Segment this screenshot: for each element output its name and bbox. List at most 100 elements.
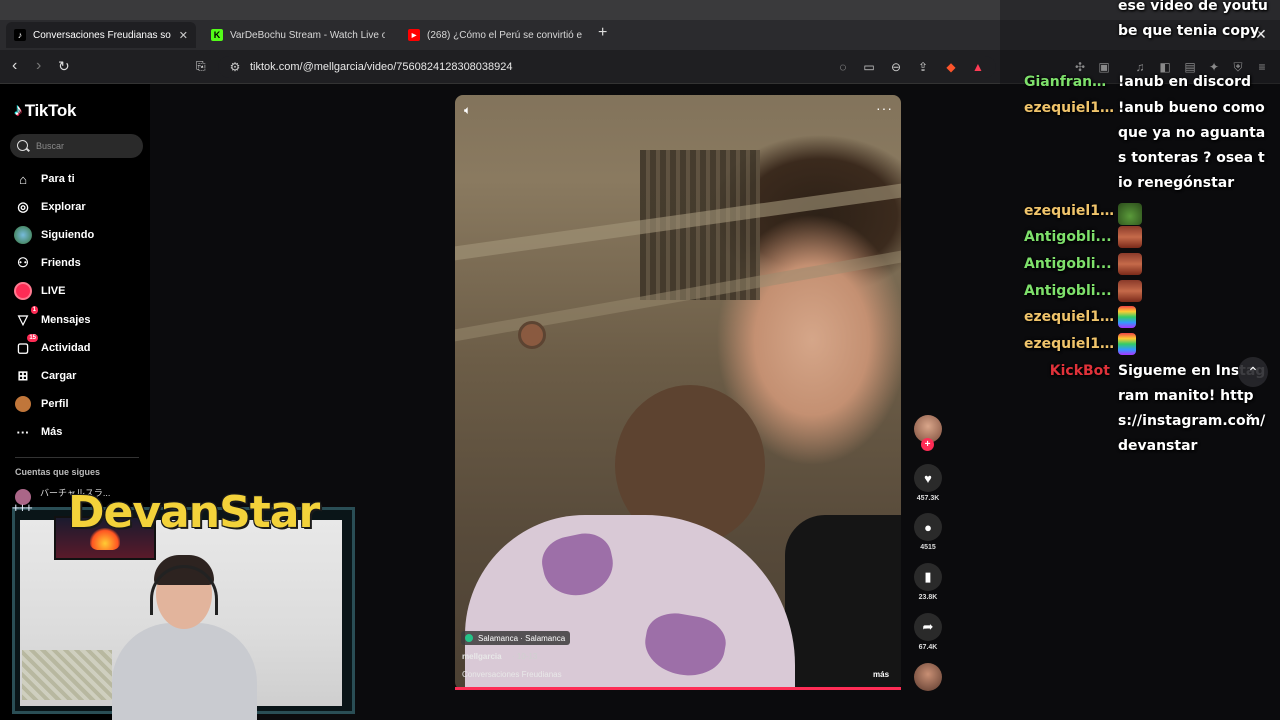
search-input[interactable] (10, 134, 143, 158)
nav-label: Explorar (41, 201, 86, 213)
face-emote-icon (1118, 253, 1142, 275)
location-pin-icon (465, 634, 473, 642)
kick-icon: K (211, 29, 223, 41)
video-author[interactable]: mellgarcia (462, 652, 502, 661)
chat-message-text: !anub en discord (1118, 74, 1251, 90)
streamer-figure (112, 555, 257, 720)
bookmark-icon: ▮ (914, 563, 942, 591)
close-tab-icon[interactable]: ✕ (179, 29, 188, 42)
streamer-name: DevanStar (68, 487, 320, 538)
follow-plus-icon[interactable]: + (921, 438, 934, 451)
location-tag[interactable]: Salamanca · Salamanca (461, 631, 571, 645)
sound-avatar[interactable] (914, 663, 942, 691)
cast-icon[interactable]: ▭ (862, 60, 876, 74)
share-icon[interactable]: ⇪ (916, 60, 930, 74)
rainbow-emote-icon (1118, 306, 1136, 328)
youtube-icon: ▶ (408, 29, 420, 41)
save-count: 23.8K (918, 594, 938, 601)
nav-item-siguiendo[interactable]: Siguiendo (14, 226, 94, 244)
video-progress-bar[interactable] (455, 687, 901, 690)
chat-username[interactable]: KickBot (1024, 359, 1110, 384)
webcam-table (22, 650, 112, 700)
bookmark-icon[interactable]: ⎘ (196, 59, 206, 74)
nav-label: Actividad (41, 342, 91, 354)
new-tab-button[interactable]: + (598, 24, 607, 42)
nav-item-para-ti[interactable]: ⌂ Para ti (14, 170, 75, 188)
nav-item-live[interactable]: LIVE (14, 282, 65, 300)
tab-tiktok[interactable]: ♪ Conversaciones Freudianas sobre ✕ (6, 22, 196, 48)
chat-username[interactable]: ezequiel1... (1024, 96, 1114, 121)
comment-button[interactable]: ● 4515 (914, 513, 942, 551)
tiktok-logo[interactable]: ♪ TikTok (14, 101, 76, 121)
search-placeholder: Buscar (36, 141, 65, 151)
chat-message-text: !anub bueno como que ya no aguantas tont… (1118, 100, 1266, 191)
video-caption: Conversaciones Freudianas (462, 670, 562, 679)
following-icon (14, 226, 32, 244)
chevron-down-icon[interactable]: ⌄ (1244, 405, 1255, 421)
tab-youtube[interactable]: ▶ (268) ¿Cómo el Perú se convirtió en u (400, 22, 590, 48)
share-count: 67.4K (918, 644, 938, 651)
volume-icon[interactable]: 🔈︎ (464, 103, 471, 118)
video-date: · 10-13 (512, 652, 538, 661)
reload-icon[interactable]: ↻ (58, 58, 70, 75)
tiktok-note-icon: ♪ (14, 102, 22, 119)
chat-username[interactable]: ezequiel1... (1024, 332, 1114, 357)
nav-label: Perfil (41, 398, 69, 410)
like-button[interactable]: ♥ 457.3K (914, 464, 942, 502)
nav-item-friends[interactable]: ⚇ Friends (14, 254, 81, 272)
like-count: 457.3K (916, 495, 940, 502)
nav-item-cargar[interactable]: ⊞ Cargar (14, 367, 77, 385)
site-info-icon[interactable]: ⚙ (228, 60, 242, 74)
reader-off-icon[interactable]: ◌ (836, 60, 850, 74)
search-icon (17, 140, 28, 151)
live-icon (14, 282, 32, 300)
chat-username[interactable]: Gianfranc... (1024, 70, 1114, 95)
sparkle-icon: +++ (12, 500, 33, 515)
brave-shield-icon[interactable]: ◆ (944, 60, 958, 74)
video-player[interactable] (455, 95, 901, 690)
nav-label: Cargar (41, 370, 77, 382)
notification-badge: 15 (27, 334, 38, 342)
messages-icon: ▽ 1 (18, 306, 38, 327)
forward-icon[interactable]: › (36, 57, 41, 75)
nav-item-explorar[interactable]: ◎ Explorar (14, 198, 86, 216)
chat-username[interactable]: ezequiel1... (1024, 305, 1114, 330)
chat-username[interactable]: Antigobli... (1024, 252, 1114, 277)
logo-text: TikTok (24, 101, 77, 120)
home-icon: ⌂ (19, 171, 27, 187)
tab-kick[interactable]: K VarDeBochu Stream - Watch Live on (203, 22, 393, 48)
compass-icon: ◎ (17, 199, 29, 214)
chat-username[interactable]: Antigobli... (1024, 279, 1114, 304)
nav-label: Friends (41, 257, 81, 269)
share-arrow-icon: ➦ (914, 613, 942, 641)
chat-username[interactable]: Antigobli... (1024, 225, 1114, 250)
nav-label: Siguiendo (41, 229, 95, 241)
zoom-icon[interactable]: ⊖ (889, 60, 903, 74)
nav-label: Mensajes (41, 314, 91, 326)
back-icon[interactable]: ‹ (12, 57, 17, 75)
chevron-up-icon[interactable]: ⌃ (1238, 357, 1268, 387)
caption-more-link[interactable]: más (873, 670, 889, 679)
notification-badge: 1 (30, 306, 38, 314)
chat-username[interactable]: ezequiel1... (1024, 199, 1114, 224)
chat-message-text: ese video de youtube que tenia copy (1118, 0, 1268, 39)
tab-title: (268) ¿Cómo el Perú se convirtió en u (427, 29, 582, 41)
share-button[interactable]: ➦ 67.4K (914, 613, 942, 651)
save-button[interactable]: ▮ 23.8K (914, 563, 942, 601)
activity-icon: ▢ 15 (16, 334, 38, 355)
video-scene-child (465, 515, 795, 690)
face-emote-icon (1118, 280, 1142, 302)
heart-icon: ♥ (914, 464, 942, 492)
following-heading: Cuentas que sigues (15, 467, 101, 477)
nav-label: Para ti (41, 173, 75, 185)
brave-rewards-icon[interactable]: ▲ (971, 60, 985, 74)
rainbow-emote-icon (1118, 333, 1136, 355)
video-more-icon[interactable]: ··· (876, 100, 893, 116)
comment-icon: ● (914, 513, 942, 541)
nav-item-perfil[interactable]: Perfil (14, 395, 69, 413)
tab-title: VarDeBochu Stream - Watch Live on (230, 29, 385, 41)
nav-item-mensajes[interactable]: ▽ 1 Mensajes (14, 306, 91, 329)
nav-item-actividad[interactable]: ▢ 15 Actividad (14, 334, 91, 357)
nav-item-mas[interactable]: ··· Más (14, 423, 63, 441)
url-text[interactable]: tiktok.com/@mellgarcia/video/75608241283… (250, 61, 513, 73)
